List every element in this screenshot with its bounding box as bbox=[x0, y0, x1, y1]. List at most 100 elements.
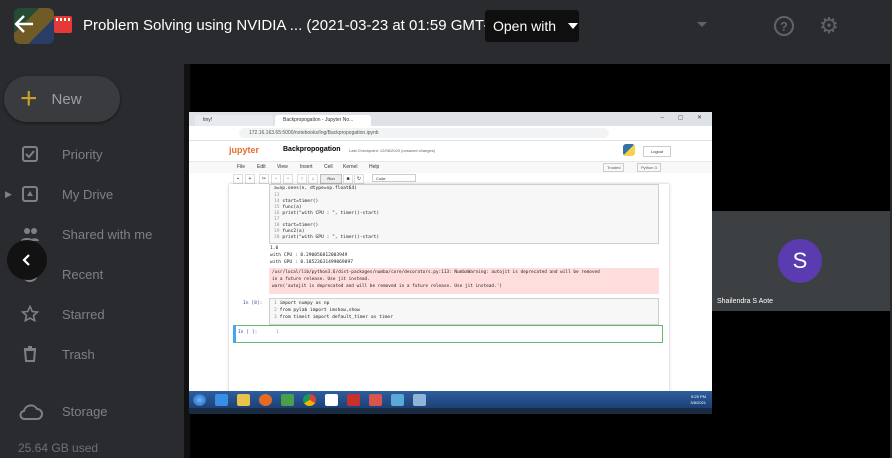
arrow-back-icon bbox=[14, 15, 33, 33]
code-line: 13 bbox=[274, 193, 280, 198]
sidebar-item-label: Starred bbox=[62, 306, 105, 322]
participant-name: Shailendra S Aote bbox=[717, 298, 774, 305]
back-button[interactable] bbox=[10, 10, 38, 38]
active-code-cell: In [ ]: 1 bbox=[233, 325, 663, 343]
start-icon bbox=[193, 394, 206, 406]
logout-button: Logout bbox=[643, 146, 671, 157]
sidebar-item-priority[interactable]: Priority bbox=[0, 134, 184, 174]
notebook-area: a=np.ones(n, dtype=np.float64) 13 14 sta… bbox=[229, 184, 669, 409]
app-icon bbox=[413, 394, 426, 406]
code-cell: 1 import numpy as np 2 from pylab import… bbox=[269, 298, 659, 325]
code-line: 15 func(a) bbox=[274, 205, 302, 210]
code-line: 3 from timeit import default_timer as ti… bbox=[274, 315, 393, 320]
new-button[interactable]: + New bbox=[4, 76, 120, 122]
move-up-icon: ↑ bbox=[297, 174, 307, 184]
acrobat-icon bbox=[347, 394, 360, 406]
restart-icon: ↻ bbox=[354, 174, 364, 184]
previous-file-button[interactable] bbox=[7, 240, 47, 280]
browser-tab-active: Backpropogation - Jupyter No... bbox=[275, 115, 371, 126]
checkpoint-text: Last Checkpoint: 12/08/2020 (unsaved cha… bbox=[349, 148, 436, 153]
firefox-icon bbox=[259, 394, 272, 406]
sidebar-item-starred[interactable]: Starred bbox=[0, 294, 184, 334]
windows-taskbar: 5:25 PM 3/8/2021 bbox=[189, 391, 712, 409]
menu-item: Kernel bbox=[343, 164, 358, 170]
caret-right-icon[interactable]: ▶ bbox=[5, 189, 12, 200]
trusted-badge: Trusted bbox=[603, 163, 625, 172]
browser-tab: tiny! bbox=[195, 115, 273, 126]
cell-prompt: In [8]: bbox=[243, 301, 263, 306]
checkbox-icon bbox=[20, 144, 40, 164]
chevron-down-icon[interactable] bbox=[697, 22, 707, 27]
code-line: 1 bbox=[276, 330, 279, 335]
chevron-left-icon bbox=[22, 254, 30, 266]
copy-icon: ▫ bbox=[271, 174, 281, 184]
code-cell: a=np.ones(n, dtype=np.float64) 13 14 sta… bbox=[269, 184, 659, 244]
sidebar-item-trash[interactable]: Trash bbox=[0, 334, 184, 374]
stop-icon: ■ bbox=[343, 174, 353, 184]
cloud-icon bbox=[18, 402, 44, 422]
ie-icon bbox=[215, 394, 228, 406]
cut-icon: ✂ bbox=[259, 174, 269, 184]
folder-icon bbox=[237, 394, 250, 406]
output-line: with CPU : 0.290056812003949 bbox=[270, 253, 348, 258]
code-line: 1 import numpy as np bbox=[274, 301, 330, 306]
code-line: 14 start=timer() bbox=[274, 199, 319, 204]
save-icon: ▪ bbox=[233, 174, 243, 184]
video-bottom-strip bbox=[189, 408, 712, 414]
code-line: 19 func2(a) bbox=[274, 229, 305, 234]
menu-item: View bbox=[277, 164, 288, 170]
paste-icon: ▫ bbox=[283, 174, 293, 184]
word-icon bbox=[325, 394, 338, 406]
chrome-icon bbox=[303, 394, 316, 406]
move-down-icon: ↓ bbox=[308, 174, 318, 184]
url-text: 172.16.163.65:5000/notebooks/Ing/Backpro… bbox=[239, 128, 609, 138]
cell-type-select: Code bbox=[372, 174, 416, 182]
sidebar-item-label: Recent bbox=[62, 266, 104, 282]
add-cell-icon: + bbox=[245, 174, 255, 184]
help-icon[interactable]: ? bbox=[774, 16, 794, 36]
drive-icon bbox=[20, 184, 40, 204]
storage-label[interactable]: Storage bbox=[62, 404, 108, 419]
storage-used: 25.64 GB used bbox=[18, 441, 99, 455]
jupyter-header: jupyter Backpropogation Last Checkpoint:… bbox=[189, 141, 712, 161]
sidebar-item-label: Priority bbox=[62, 146, 103, 162]
caret-down-icon bbox=[568, 23, 579, 29]
new-label: New bbox=[51, 90, 82, 108]
kernel-badge: Python 3 bbox=[637, 163, 661, 172]
code-line: 17 bbox=[274, 217, 280, 222]
address-bar: 172.16.163.65:5000/notebooks/Ing/Backpro… bbox=[189, 126, 712, 141]
sidebar-item-label: My Drive bbox=[62, 186, 114, 202]
avatar: S bbox=[778, 239, 822, 283]
file-title: Problem Solving using NVIDIA ... (2021-0… bbox=[83, 17, 502, 34]
jupyter-logo: jupyter bbox=[229, 145, 260, 155]
open-with-button[interactable]: Open with bbox=[485, 10, 579, 42]
app-icon bbox=[391, 394, 404, 406]
cell-prompt: In [ ]: bbox=[238, 330, 258, 335]
gear-icon[interactable]: ⚙ bbox=[818, 15, 840, 37]
output-line: 1.0 bbox=[270, 246, 279, 251]
code-line: 2 from pylab import imshow,show bbox=[274, 308, 360, 313]
app-icon bbox=[281, 394, 294, 406]
plus-icon: + bbox=[20, 82, 38, 115]
warning-line: /usr/local/lib/python3.6/dist-packages/n… bbox=[272, 270, 600, 275]
window-controls: – ▢ ✕ bbox=[660, 115, 708, 121]
menu-item: Edit bbox=[257, 164, 266, 170]
sidebar-item-label: Trash bbox=[62, 346, 95, 362]
warning-line: in a future release. Use jit instead. bbox=[272, 277, 370, 282]
code-line: 20 print("with GPU : ", timer()-start) bbox=[274, 235, 380, 240]
warning-line: warn('autojit is deprecated and will be … bbox=[272, 284, 502, 289]
warning-output: /usr/local/lib/python3.6/dist-packages/n… bbox=[269, 268, 659, 294]
output-line: with GPU : 0.18523631499069097 bbox=[270, 260, 353, 265]
video-file-icon bbox=[54, 16, 72, 33]
jupyter-toolbar: ▪ + ✂ ▫ ▫ ↑ ↓ Run ■ ↻ Code bbox=[189, 173, 712, 184]
trash-icon bbox=[20, 344, 40, 364]
python-logo-icon bbox=[623, 144, 635, 156]
browser-tab-bar: tiny! Backpropogation - Jupyter No... – … bbox=[189, 112, 712, 126]
sidebar-item-my-drive[interactable]: ▶ My Drive bbox=[0, 174, 184, 214]
menu-item: Help bbox=[369, 164, 380, 170]
taskbar-clock: 5:25 PM 3/8/2021 bbox=[690, 394, 706, 406]
menu-item: Insert bbox=[300, 164, 313, 170]
star-icon bbox=[20, 304, 40, 324]
code-line: a=np.ones(n, dtype=np.float64) bbox=[274, 186, 357, 191]
sidebar-item-label: Shared with me bbox=[62, 226, 153, 242]
